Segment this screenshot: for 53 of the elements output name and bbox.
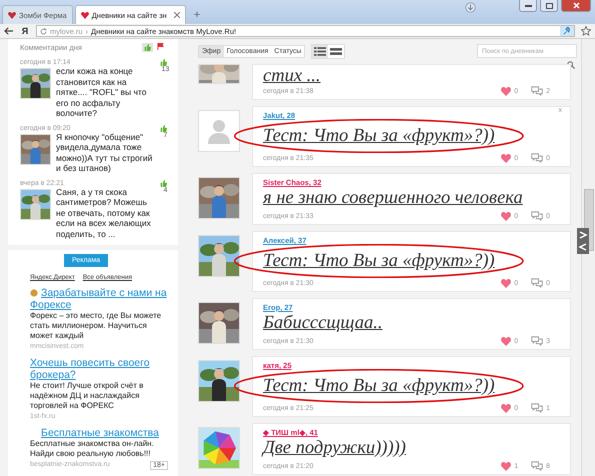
- comments-icon[interactable]: [531, 86, 544, 96]
- comment-text[interactable]: Я кнопочку "общение" увидела,думала тоже можно))А тут ты строгий и без штанов): [56, 132, 154, 174]
- scrollbar[interactable]: [581, 39, 595, 476]
- thumbs-up-icon: [144, 44, 151, 50]
- close-icon: [572, 2, 580, 9]
- comments-icon[interactable]: [531, 336, 544, 346]
- post-title[interactable]: я не знаю совершенного человека: [263, 186, 523, 210]
- heart-icon[interactable]: [501, 278, 512, 288]
- ad-link[interactable]: Зарабатывайте с нами на Форексе: [30, 287, 170, 311]
- ad-link[interactable]: Бесплатные знакомства: [30, 427, 170, 439]
- ad-text: Форекс – это место, где Вы можете стать миллионером. Научиться может каждый: [30, 311, 162, 341]
- heart-icon[interactable]: [501, 154, 512, 162]
- heart-icon[interactable]: [501, 212, 512, 220]
- comment-text[interactable]: Саня, а у тя скока сантиметров? Можешь не отвечать, потому как если на всех желающих поделить, то ...: [56, 186, 154, 239]
- coin-icon: [30, 289, 38, 298]
- comments-icon[interactable]: [531, 211, 544, 221]
- thumbs-up-icon: [160, 124, 167, 132]
- thumbs-up-icon: [160, 180, 167, 186]
- share-tab-icon[interactable]: [577, 228, 589, 254]
- flag-icon[interactable]: [157, 42, 164, 50]
- post-title[interactable]: Две подружки))))): [263, 436, 406, 460]
- post-title[interactable]: Бабисссщщаа..: [263, 311, 382, 335]
- heart-icon[interactable]: [501, 462, 512, 470]
- ad-link[interactable]: Хочешь повесить своего брокера?: [30, 357, 170, 381]
- thumbs-up-icon: [160, 59, 167, 66]
- heart-icon: [8, 11, 16, 19]
- pin-icon[interactable]: [563, 27, 571, 35]
- comment-text[interactable]: если кожа на конце становится как на пятке.... "ROFL" вы что его по асфальту волочите?: [56, 66, 154, 118]
- heart-icon: [80, 11, 89, 19]
- reload-icon[interactable]: [40, 28, 47, 34]
- search-icon[interactable]: [567, 61, 575, 69]
- comments-icon[interactable]: [531, 461, 544, 471]
- close-button[interactable]: [561, 0, 591, 12]
- browser-logo[interactable]: Я: [20, 26, 30, 36]
- maximize-button[interactable]: [540, 0, 558, 12]
- back-icon[interactable]: [4, 27, 14, 35]
- maximize-icon: [546, 2, 552, 8]
- minimize-icon: [524, 4, 532, 6]
- heart-icon[interactable]: [501, 404, 512, 412]
- ad-text: Бесплатные знакомства он-лайн. Найди свою реальную любовь!!!: [30, 439, 155, 459]
- post-title[interactable]: стих ...: [263, 67, 321, 85]
- star-icon[interactable]: [581, 26, 591, 36]
- comments-icon[interactable]: [531, 153, 544, 163]
- heart-icon[interactable]: [501, 86, 512, 96]
- ad-text: Не стоит! Лучше открой счёт в надёжном ДЦ и наслаждайся торговлей на ФОРЕКС: [30, 381, 144, 411]
- comments-icon[interactable]: [531, 278, 544, 288]
- list-view-button[interactable]: [312, 44, 328, 58]
- new-tab-button[interactable]: +: [188, 5, 206, 24]
- minimize-button[interactable]: [519, 0, 537, 12]
- download-icon[interactable]: [465, 2, 476, 13]
- heart-icon[interactable]: [501, 336, 512, 346]
- close-icon[interactable]: [174, 12, 180, 18]
- comments-icon[interactable]: [531, 403, 544, 413]
